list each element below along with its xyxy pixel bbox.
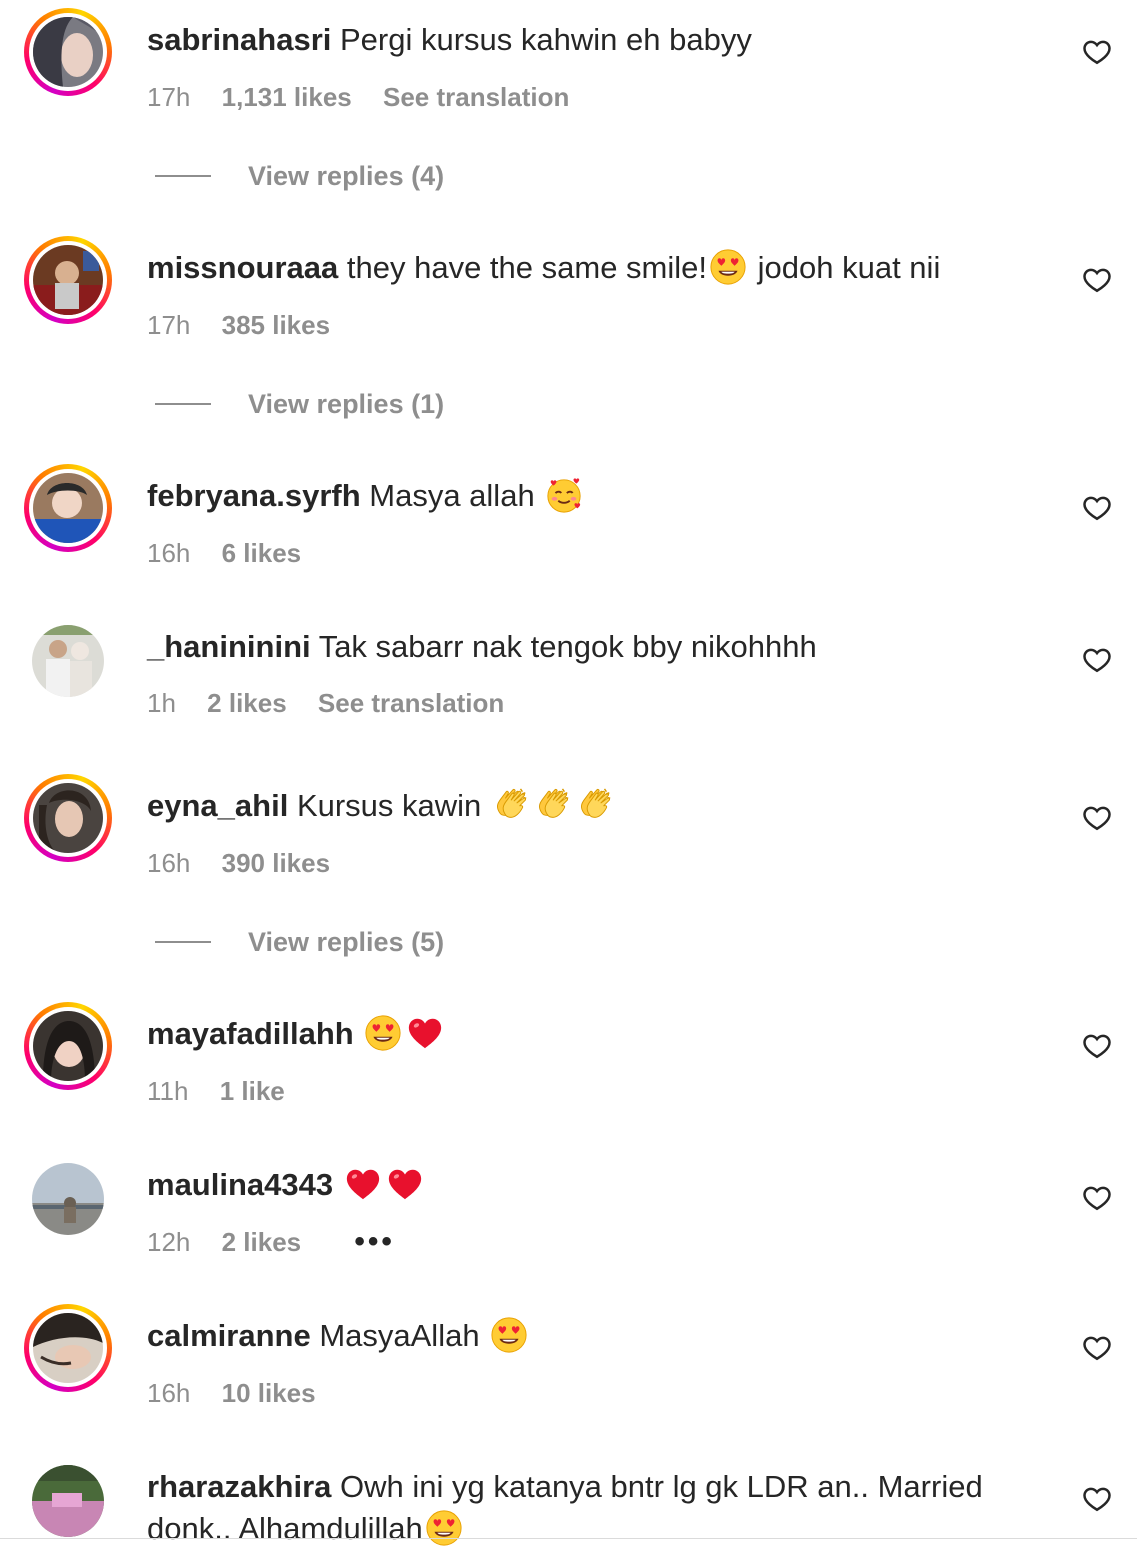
comment-text: maulina4343 xyxy=(147,1165,426,1205)
clapping-hands-emoji xyxy=(492,786,530,824)
heart-outline-icon xyxy=(1082,1484,1112,1514)
comment-text: missnouraaa they have the same smile! jo… xyxy=(147,248,940,288)
username[interactable]: sabrinahasri xyxy=(147,22,331,57)
comment-body: Masya allah xyxy=(369,478,535,513)
heart-outline-icon xyxy=(1082,803,1112,833)
username[interactable]: febryana.syrfh xyxy=(147,478,361,513)
comment-meta: 16h 390 likes xyxy=(147,846,354,880)
avatar[interactable] xyxy=(24,236,112,324)
timestamp[interactable]: 17h xyxy=(147,310,190,340)
timestamp[interactable]: 1h xyxy=(147,688,176,718)
heart-outline-icon xyxy=(1082,645,1112,675)
timestamp[interactable]: 16h xyxy=(147,848,190,878)
heart-eyes-emoji xyxy=(425,1509,463,1547)
heart-eyes-emoji xyxy=(364,1014,402,1052)
view-replies-label: View replies (1) xyxy=(248,389,445,419)
comment-text: sabrinahasri Pergi kursus kahwin eh baby… xyxy=(147,20,752,60)
username[interactable]: mayafadillahh xyxy=(147,1016,354,1051)
replies-divider xyxy=(155,941,211,943)
username[interactable]: missnouraaa xyxy=(147,250,338,285)
comment-body: MasyaAllah xyxy=(319,1318,480,1353)
heart-eyes-emoji xyxy=(709,248,747,286)
username[interactable]: eyna_ahil xyxy=(147,788,288,823)
like-button[interactable] xyxy=(1082,493,1112,523)
username[interactable]: calmiranne xyxy=(147,1318,311,1353)
timestamp[interactable]: 11h xyxy=(147,1076,188,1106)
replies-divider xyxy=(155,403,211,405)
heart-outline-icon xyxy=(1082,1031,1112,1061)
smiling-face-with-hearts-emoji xyxy=(545,476,583,514)
timestamp[interactable]: 17h xyxy=(147,82,190,112)
clapping-hands-emoji xyxy=(576,786,614,824)
red-heart-emoji xyxy=(344,1165,382,1203)
heart-outline-icon xyxy=(1082,493,1112,523)
red-heart-emoji xyxy=(406,1014,444,1052)
avatar[interactable] xyxy=(24,464,112,552)
more-options-icon[interactable]: ••• xyxy=(354,1225,395,1258)
timestamp[interactable]: 12h xyxy=(147,1227,190,1257)
comment-meta: 1h 2 likes See translation xyxy=(147,686,528,720)
username[interactable]: _hanininini xyxy=(147,629,311,664)
likes-count[interactable]: 1 like xyxy=(220,1076,285,1106)
likes-count[interactable]: 390 likes xyxy=(222,848,330,878)
comment-meta: 11h 1 like xyxy=(147,1074,309,1108)
comment-body: Pergi kursus kahwin eh babyy xyxy=(340,22,752,57)
avatar[interactable] xyxy=(24,1002,112,1090)
comment-text: _hanininini Tak sabarr nak tengok bby ni… xyxy=(147,627,817,667)
username[interactable]: maulina4343 xyxy=(147,1167,333,1202)
like-button[interactable] xyxy=(1082,37,1112,67)
heart-outline-icon xyxy=(1082,1333,1112,1363)
like-button[interactable] xyxy=(1082,1333,1112,1363)
comment-text: febryana.syrfh Masya allah xyxy=(147,476,585,516)
comment-meta: 16h 10 likes xyxy=(147,1376,340,1410)
view-replies-label: View replies (4) xyxy=(248,161,445,191)
avatar[interactable] xyxy=(24,774,112,862)
red-heart-emoji xyxy=(386,1165,424,1203)
heart-eyes-emoji xyxy=(490,1316,528,1354)
like-button[interactable] xyxy=(1082,265,1112,295)
username[interactable]: rharazakhira xyxy=(147,1469,331,1504)
avatar[interactable] xyxy=(24,1304,112,1392)
timestamp[interactable]: 16h xyxy=(147,1378,190,1408)
like-button[interactable] xyxy=(1082,645,1112,675)
comment-body-continued: jodoh kuat nii xyxy=(757,250,941,285)
replies-divider xyxy=(155,175,211,177)
heart-outline-icon xyxy=(1082,1183,1112,1213)
like-button[interactable] xyxy=(1082,1183,1112,1213)
avatar[interactable] xyxy=(24,617,112,705)
comment-meta: 17h 385 likes xyxy=(147,308,354,342)
comment-body: they have the same smile! xyxy=(346,250,708,285)
comment-text: calmiranne MasyaAllah xyxy=(147,1316,530,1356)
view-replies-label: View replies (5) xyxy=(248,927,445,957)
clapping-hands-emoji xyxy=(534,786,572,824)
likes-count[interactable]: 385 likes xyxy=(222,310,330,340)
see-translation-button[interactable]: See translation xyxy=(383,82,569,112)
avatar[interactable] xyxy=(24,1457,112,1545)
likes-count[interactable]: 1,131 likes xyxy=(222,82,352,112)
bottom-divider xyxy=(0,1538,1137,1539)
timestamp[interactable]: 16h xyxy=(147,538,190,568)
likes-count[interactable]: 6 likes xyxy=(222,538,302,568)
likes-count[interactable]: 10 likes xyxy=(222,1378,316,1408)
avatar[interactable] xyxy=(24,1155,112,1243)
comment-text: eyna_ahil Kursus kawin xyxy=(147,786,616,826)
likes-count[interactable]: 2 likes xyxy=(207,688,287,718)
comment-body: Tak sabarr nak tengok bby nikohhhh xyxy=(318,629,817,664)
comment-meta: 16h 6 likes xyxy=(147,536,325,570)
like-button[interactable] xyxy=(1082,1031,1112,1061)
see-translation-button[interactable]: See translation xyxy=(318,688,504,718)
heart-outline-icon xyxy=(1082,37,1112,67)
comment-meta: 17h 1,131 likes See translation xyxy=(147,80,593,114)
comment-meta: 12h 2 likes ••• xyxy=(147,1225,419,1259)
comment-text: mayafadillahh xyxy=(147,1014,446,1054)
like-button[interactable] xyxy=(1082,803,1112,833)
heart-outline-icon xyxy=(1082,265,1112,295)
avatar[interactable] xyxy=(24,8,112,96)
likes-count[interactable]: 2 likes xyxy=(222,1227,302,1257)
comment-body: Kursus kawin xyxy=(296,788,482,823)
like-button[interactable] xyxy=(1082,1484,1112,1514)
